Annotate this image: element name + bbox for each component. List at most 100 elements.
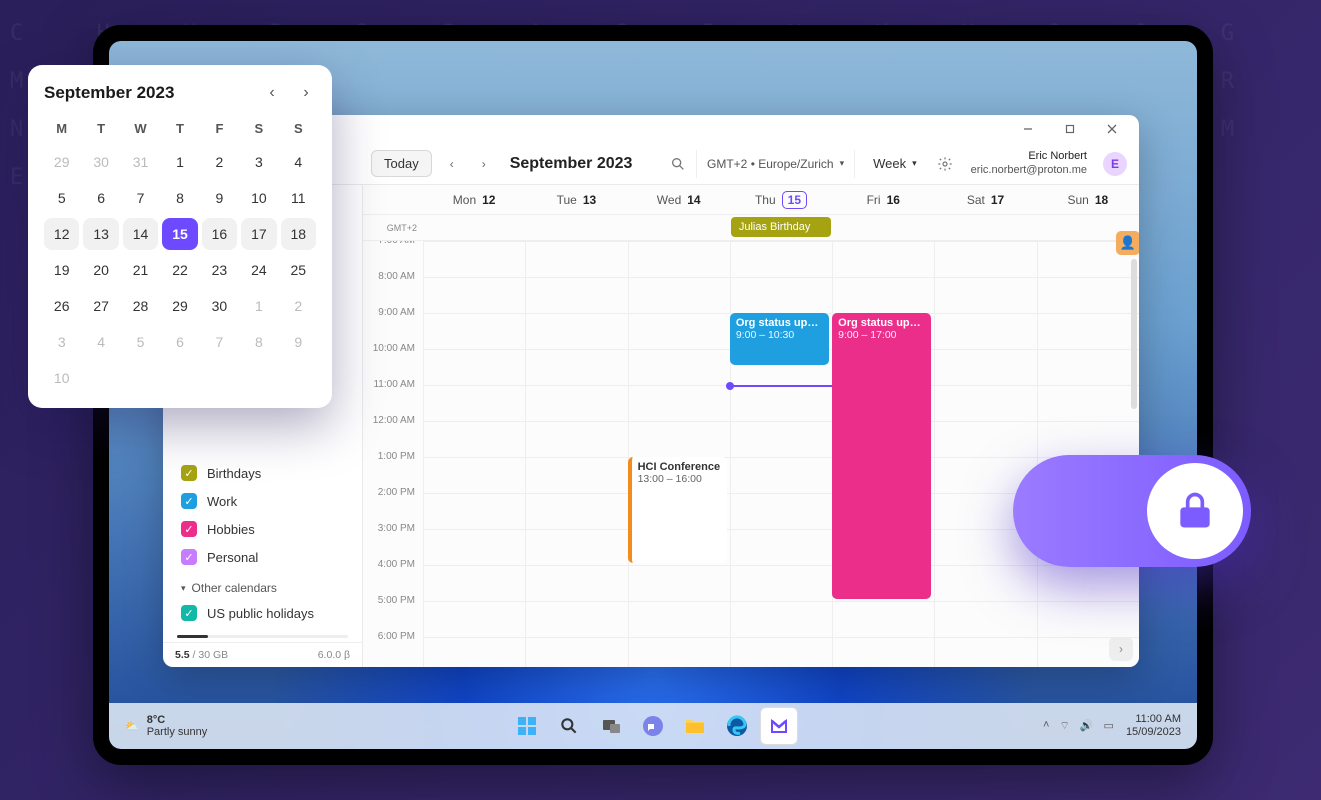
taskbar-proton-mail-icon[interactable] [761,708,797,744]
mini-cal-day[interactable]: 10 [241,182,276,214]
mini-cal-day[interactable]: 26 [44,290,79,322]
calendar-checkbox[interactable]: ✓ [181,549,197,565]
mini-cal-day[interactable]: 27 [83,290,118,322]
calendar-item[interactable]: ✓Birthdays [181,459,348,487]
avatar[interactable]: E [1103,152,1127,176]
scrollbar[interactable] [1131,249,1137,633]
mini-cal-day[interactable]: 21 [123,254,158,286]
calendar-item[interactable]: ✓Hobbies [181,515,348,543]
calendar-item[interactable]: ✓US public holidays [181,599,348,627]
mini-cal-day[interactable]: 10 [44,362,79,394]
mini-cal-day[interactable]: 25 [281,254,316,286]
mini-cal-day[interactable]: 12 [44,218,79,250]
mini-cal-day[interactable]: 8 [162,182,197,214]
mini-cal-day[interactable]: 1 [162,146,197,178]
mini-cal-day[interactable]: 13 [83,218,118,250]
taskbar-search-icon[interactable] [551,708,587,744]
calendar-item[interactable]: ✓Work [181,487,348,515]
allday-cell[interactable]: Julias Birthday [730,215,832,240]
mini-cal-day[interactable]: 14 [123,218,158,250]
mini-cal-day[interactable]: 9 [202,182,237,214]
mini-cal-day[interactable]: 29 [162,290,197,322]
mini-cal-day[interactable]: 15 [162,218,197,250]
system-tray[interactable]: ˄ ⌔ 🔊 ▭ [1043,719,1114,733]
allday-cell[interactable] [525,215,627,240]
timezone-selector[interactable]: GMT+2 • Europe/Zurich ▾ [696,150,855,178]
day-header[interactable]: Thu15 [730,185,832,214]
taskbar-weather[interactable]: ⛅ 8°C Partly sunny [125,714,207,738]
calendar-checkbox[interactable]: ✓ [181,465,197,481]
mini-cal-day[interactable]: 6 [83,182,118,214]
mini-cal-day[interactable]: 29 [44,146,79,178]
calendar-grid[interactable]: Org status upd…9:00 – 10:30Org status up… [423,241,1139,667]
expand-sidepanel-button[interactable]: › [1109,637,1133,661]
mini-cal-day[interactable]: 8 [241,326,276,358]
taskbar-edge-icon[interactable] [719,708,755,744]
mini-cal-day[interactable]: 3 [241,146,276,178]
mini-cal-day[interactable]: 11 [281,182,316,214]
taskbar-start-icon[interactable] [509,708,545,744]
mini-cal-day[interactable]: 22 [162,254,197,286]
mini-cal-day[interactable]: 7 [123,182,158,214]
mini-cal-day[interactable]: 7 [202,326,237,358]
search-icon[interactable] [668,154,688,174]
mini-cal-day[interactable]: 1 [241,290,276,322]
day-header[interactable]: Sat17 [934,185,1036,214]
event-thu-meeting[interactable]: Org status upd…9:00 – 10:30 [730,313,829,365]
mini-cal-prev-button[interactable]: ‹ [262,83,282,103]
calendar-checkbox[interactable]: ✓ [181,605,197,621]
chevron-up-icon[interactable]: ˄ [1043,719,1049,733]
gear-icon[interactable] [935,154,955,174]
next-week-button[interactable]: › [472,152,496,176]
user-info[interactable]: Eric Norbert eric.norbert@proton.me [971,150,1087,178]
allday-cell[interactable] [832,215,934,240]
mini-cal-day[interactable]: 3 [44,326,79,358]
mini-cal-day[interactable]: 30 [83,146,118,178]
mini-cal-next-button[interactable]: › [296,83,316,103]
other-calendars-header[interactable]: ▾ Other calendars [181,571,348,599]
calendar-checkbox[interactable]: ✓ [181,493,197,509]
day-header[interactable]: Fri16 [832,185,934,214]
mini-cal-day[interactable]: 28 [123,290,158,322]
mini-cal-day[interactable]: 9 [281,326,316,358]
day-header[interactable]: Wed14 [628,185,730,214]
allday-cell[interactable] [423,215,525,240]
day-header[interactable]: Mon12 [423,185,525,214]
event-fri-block[interactable]: Org status upd…9:00 – 17:00 [832,313,931,599]
prev-week-button[interactable]: ‹ [440,152,464,176]
event-wed-conf[interactable]: HCI Conference13:00 – 16:00 [628,457,727,563]
taskbar-chat-icon[interactable] [635,708,671,744]
taskbar-clock[interactable]: 11:00 AM 15/09/2023 [1126,713,1181,739]
mini-cal-day[interactable]: 30 [202,290,237,322]
battery-icon[interactable]: ▭ [1104,719,1114,733]
view-selector[interactable]: Week ▾ [863,156,927,171]
day-header[interactable]: Sun18 [1037,185,1139,214]
mini-cal-day[interactable]: 31 [123,146,158,178]
mini-cal-day[interactable]: 5 [44,182,79,214]
today-button[interactable]: Today [371,150,432,177]
mini-cal-day[interactable]: 4 [83,326,118,358]
mini-cal-day[interactable]: 5 [123,326,158,358]
allday-cell[interactable] [934,215,1036,240]
mini-cal-day[interactable]: 2 [202,146,237,178]
close-button[interactable] [1093,116,1131,142]
mini-cal-day[interactable]: 20 [83,254,118,286]
wifi-icon[interactable]: ⌔ [1059,719,1069,733]
mini-cal-day[interactable]: 17 [241,218,276,250]
privacy-lock-toggle[interactable] [1013,455,1251,567]
allday-cell[interactable] [628,215,730,240]
maximize-button[interactable] [1051,116,1089,142]
day-header[interactable]: Tue13 [525,185,627,214]
mini-cal-day[interactable]: 2 [281,290,316,322]
mini-cal-day[interactable]: 23 [202,254,237,286]
mini-cal-day[interactable]: 4 [281,146,316,178]
volume-icon[interactable]: 🔊 [1080,719,1094,733]
mini-cal-day[interactable]: 16 [202,218,237,250]
mini-cal-day[interactable]: 19 [44,254,79,286]
mini-cal-day[interactable]: 24 [241,254,276,286]
calendar-checkbox[interactable]: ✓ [181,521,197,537]
mini-cal-day[interactable]: 6 [162,326,197,358]
taskbar-task-view-icon[interactable] [593,708,629,744]
mini-cal-day[interactable]: 18 [281,218,316,250]
minimize-button[interactable] [1009,116,1047,142]
